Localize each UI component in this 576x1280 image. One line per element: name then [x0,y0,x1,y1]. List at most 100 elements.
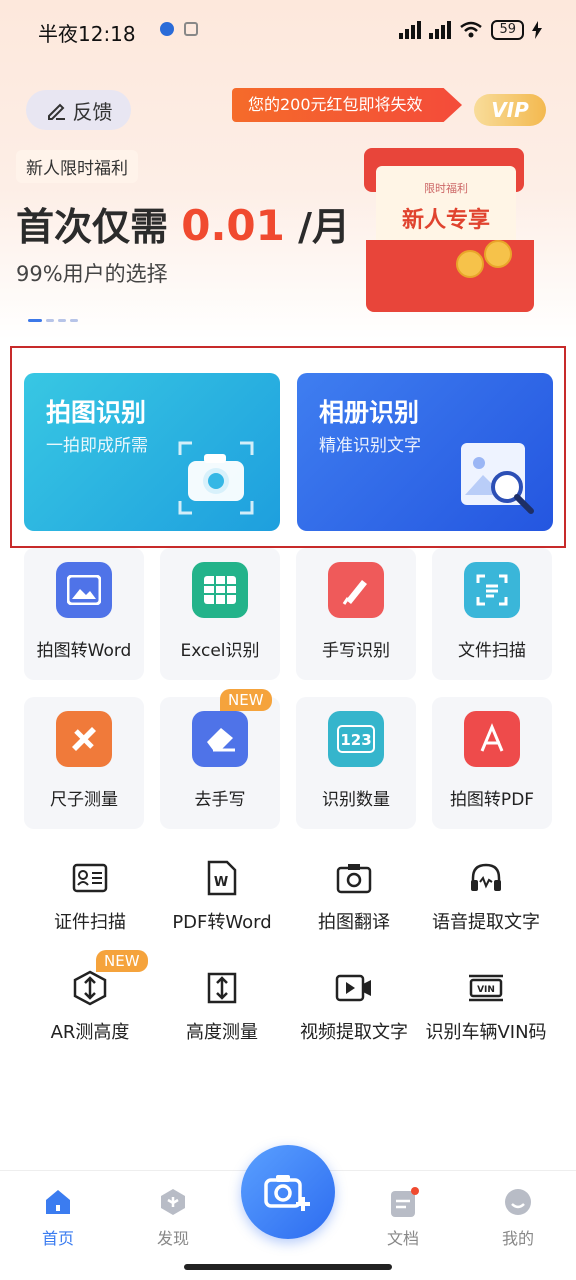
count-123-icon: 123 [328,711,384,767]
tool-image-to-word[interactable]: 拍图转Word [24,548,144,680]
headline-prefix: 首次仅需 [16,205,169,249]
tab-profile[interactable]: 我的 [478,1187,558,1249]
tool-vin-recognition[interactable]: VIN 识别车辆VIN码 [414,968,558,1044]
vin-code-icon: VIN [466,968,506,1008]
tool-id-scan[interactable]: 证件扫描 [18,858,162,934]
new-badge: NEW [220,689,272,711]
banner-pagination [28,319,78,322]
pdf-icon [464,711,520,767]
discover-icon [158,1187,188,1217]
charging-icon [532,21,542,39]
tab-documents[interactable]: 文档 [363,1187,443,1249]
feedback-label: 反馈 [72,99,113,124]
signal-icon-2 [429,21,452,39]
tool-label: 文件扫描 [458,641,526,661]
tool-handwriting-recognition[interactable]: 手写识别 [296,548,416,680]
card-subtitle: 一拍即成所需 [46,436,148,456]
tool-label: 证件扫描 [54,912,126,933]
camera-icon [178,441,254,515]
document-icon [388,1187,419,1217]
ar-height-icon [70,968,110,1008]
eraser-icon [192,711,248,767]
tool-video-to-text[interactable]: 视频提取文字 [282,968,426,1044]
tool-label: 拍图转PDF [449,790,535,810]
battery-icon: 59 [491,20,524,40]
svg-text:VIN: VIN [477,985,495,995]
headphones-icon [466,858,506,898]
tool-height-measure[interactable]: 高度测量 [150,968,294,1044]
tab-home[interactable]: 首页 [18,1187,98,1249]
red-packet-promo[interactable]: 您的200元红包即将失效 [232,88,462,122]
photo-recognition-card[interactable]: 拍图识别 一拍即成所需 [24,373,280,531]
notification-icon [184,22,198,36]
vip-button[interactable]: VIP [474,94,546,126]
tool-label: AR测高度 [50,1022,130,1043]
tool-label: 识别数量 [322,790,390,810]
tab-label: 我的 [501,1229,534,1248]
pagination-dot [70,319,78,322]
price-headline[interactable]: 首次仅需 0.01 /月 [16,196,350,251]
height-measure-icon [202,968,242,1008]
camera-scan-button[interactable] [241,1145,335,1239]
svg-text:123: 123 [340,731,371,749]
card-subtitle: 精准识别文字 [319,436,421,456]
tool-remove-handwriting[interactable]: NEW 去手写 [160,689,280,829]
tab-label: 文档 [386,1229,419,1248]
tool-image-to-pdf[interactable]: 拍图转PDF [432,697,552,829]
tool-pdf-to-word[interactable]: W PDF转Word [150,858,294,934]
headline-subtitle: 99%用户的选择 [16,262,168,286]
app-notification-icon [160,22,174,36]
tool-label: PDF转Word [172,912,272,933]
tool-excel-recognition[interactable]: Excel识别 [160,548,280,680]
tool-document-scan[interactable]: 文件扫描 [432,548,552,680]
tool-label: Excel识别 [180,641,260,661]
feedback-button[interactable]: 反馈 [26,90,131,130]
status-time: 半夜12:18 [38,22,136,46]
new-user-tag: 新人限时福利 [16,150,138,183]
gift-box-illustration[interactable]: 限时福利 新人专享 [346,140,560,320]
tab-label: 发现 [156,1229,189,1248]
pagination-dot [58,319,66,322]
tool-label: 识别车辆VIN码 [425,1022,547,1043]
status-bar: 半夜12:18 59 [0,0,576,62]
tool-label: 高度测量 [186,1022,258,1043]
pen-icon [328,562,384,618]
image-word-icon [56,562,112,618]
tool-count-recognition[interactable]: 123 识别数量 [296,697,416,829]
tool-ruler-measure[interactable]: 尺子测量 [24,697,144,829]
pagination-dot-active [28,319,42,322]
pagination-dot [46,319,54,322]
pdf-to-word-icon: W [202,858,242,898]
tool-label: 尺子测量 [50,790,118,810]
album-recognition-card[interactable]: 相册识别 精准识别文字 [297,373,553,531]
home-icon [43,1187,73,1217]
tools-row-1: 拍图转Word Excel识别 手写识别 文件扫描 [24,548,552,680]
tab-label: 首页 [41,1229,74,1248]
home-indicator [184,1264,392,1270]
headline-suffix: /月 [298,205,351,249]
ruler-icon [56,711,112,767]
gift-card-top: 限时福利 [424,182,468,195]
tool-label: 语音提取文字 [432,912,540,933]
card-title: 拍图识别 [46,398,147,427]
status-right: 59 [399,20,542,40]
camera-plus-icon [264,1175,310,1211]
document-scan-icon [464,562,520,618]
tools-row-2: 尺子测量 NEW 去手写 123 识别数量 拍图转PDF [24,689,552,829]
tool-ar-height[interactable]: NEW AR测高度 [18,950,162,1044]
tool-label: 去手写 [194,790,246,810]
tool-label: 拍图翻译 [318,912,390,933]
image-search-icon [461,443,534,514]
edit-icon [47,103,65,120]
status-notification-icons [160,22,198,36]
gift-card-main: 新人专享 [401,208,490,233]
coin-icon [456,250,484,278]
photo-translate-icon [334,858,374,898]
tab-discover[interactable]: 发现 [133,1187,213,1249]
tool-label: 手写识别 [322,641,390,661]
tool-audio-to-text[interactable]: 语音提取文字 [414,858,558,934]
svg-text:W: W [214,875,228,890]
wifi-icon [460,21,483,38]
tool-photo-translate[interactable]: 拍图翻译 [282,858,426,934]
video-icon [334,968,374,1008]
